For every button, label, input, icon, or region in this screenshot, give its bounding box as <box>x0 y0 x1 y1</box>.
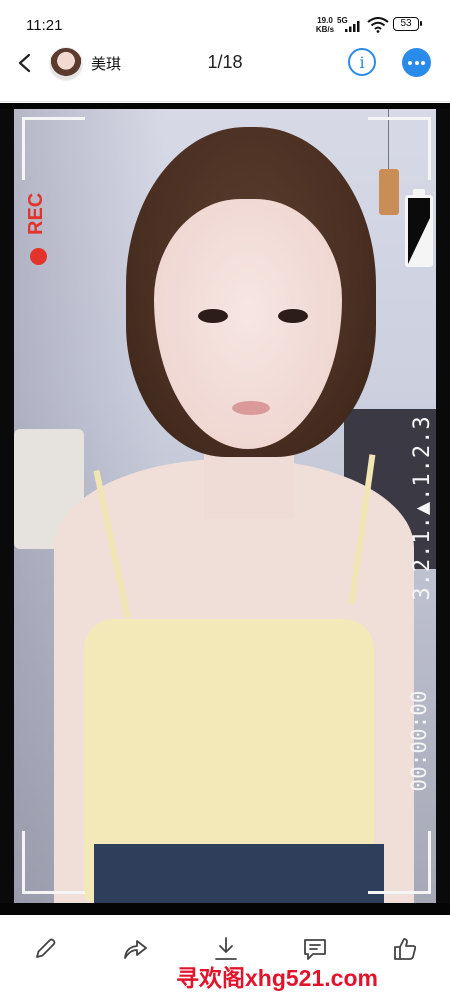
photo-figure-eye <box>198 309 228 323</box>
image-counter: 1/18 <box>207 52 243 72</box>
dot-icon <box>408 61 412 65</box>
info-button[interactable]: i <box>348 48 376 76</box>
exposure-ruler: 3.2.1.▲.1.2.3 <box>410 415 435 601</box>
rec-dot-icon <box>30 248 47 265</box>
wifi-icon <box>367 17 389 33</box>
status-bar: 11:21 19.0 KB/s 5G 53 <box>0 0 450 40</box>
photo-frame-top <box>0 103 450 109</box>
bottom-toolbar: 寻欢阁xhg521.com <box>0 915 450 1000</box>
viewfinder-corner <box>22 831 85 894</box>
dot-icon <box>414 61 419 65</box>
rec-label: REC <box>25 192 47 235</box>
share-icon[interactable] <box>121 935 149 963</box>
timecode: 00:00:00 <box>407 690 431 792</box>
photo-figure-eye <box>278 309 308 323</box>
viewer-header: 美琪 1/18 i <box>0 40 450 92</box>
header-divider <box>0 101 450 102</box>
more-options-button[interactable] <box>402 48 431 77</box>
photo-figure-lips <box>232 401 270 415</box>
photo-garment-lower <box>94 844 384 903</box>
watermark-text: 寻欢阁xhg521.com <box>176 965 378 991</box>
signal-icon <box>345 21 360 32</box>
edit-icon[interactable] <box>31 935 59 963</box>
viewfinder-corner <box>368 117 431 180</box>
network-speed-value: 19.0 <box>317 16 333 25</box>
photo-frame-bottom <box>0 903 450 915</box>
status-time: 11:21 <box>26 17 63 34</box>
battery-indicator: 53 <box>393 17 422 31</box>
viewfinder-corner <box>22 117 85 180</box>
network-speed: 19.0 KB/s <box>313 16 337 34</box>
dot-icon <box>421 61 425 65</box>
camera-battery-fill <box>408 217 430 264</box>
photo-image <box>14 109 436 903</box>
photo-viewer[interactable]: REC 3.2.1.▲.1.2.3 00:00:00 <box>0 103 450 915</box>
network-speed-unit: KB/s <box>315 25 335 34</box>
camera-battery-icon <box>405 195 433 267</box>
